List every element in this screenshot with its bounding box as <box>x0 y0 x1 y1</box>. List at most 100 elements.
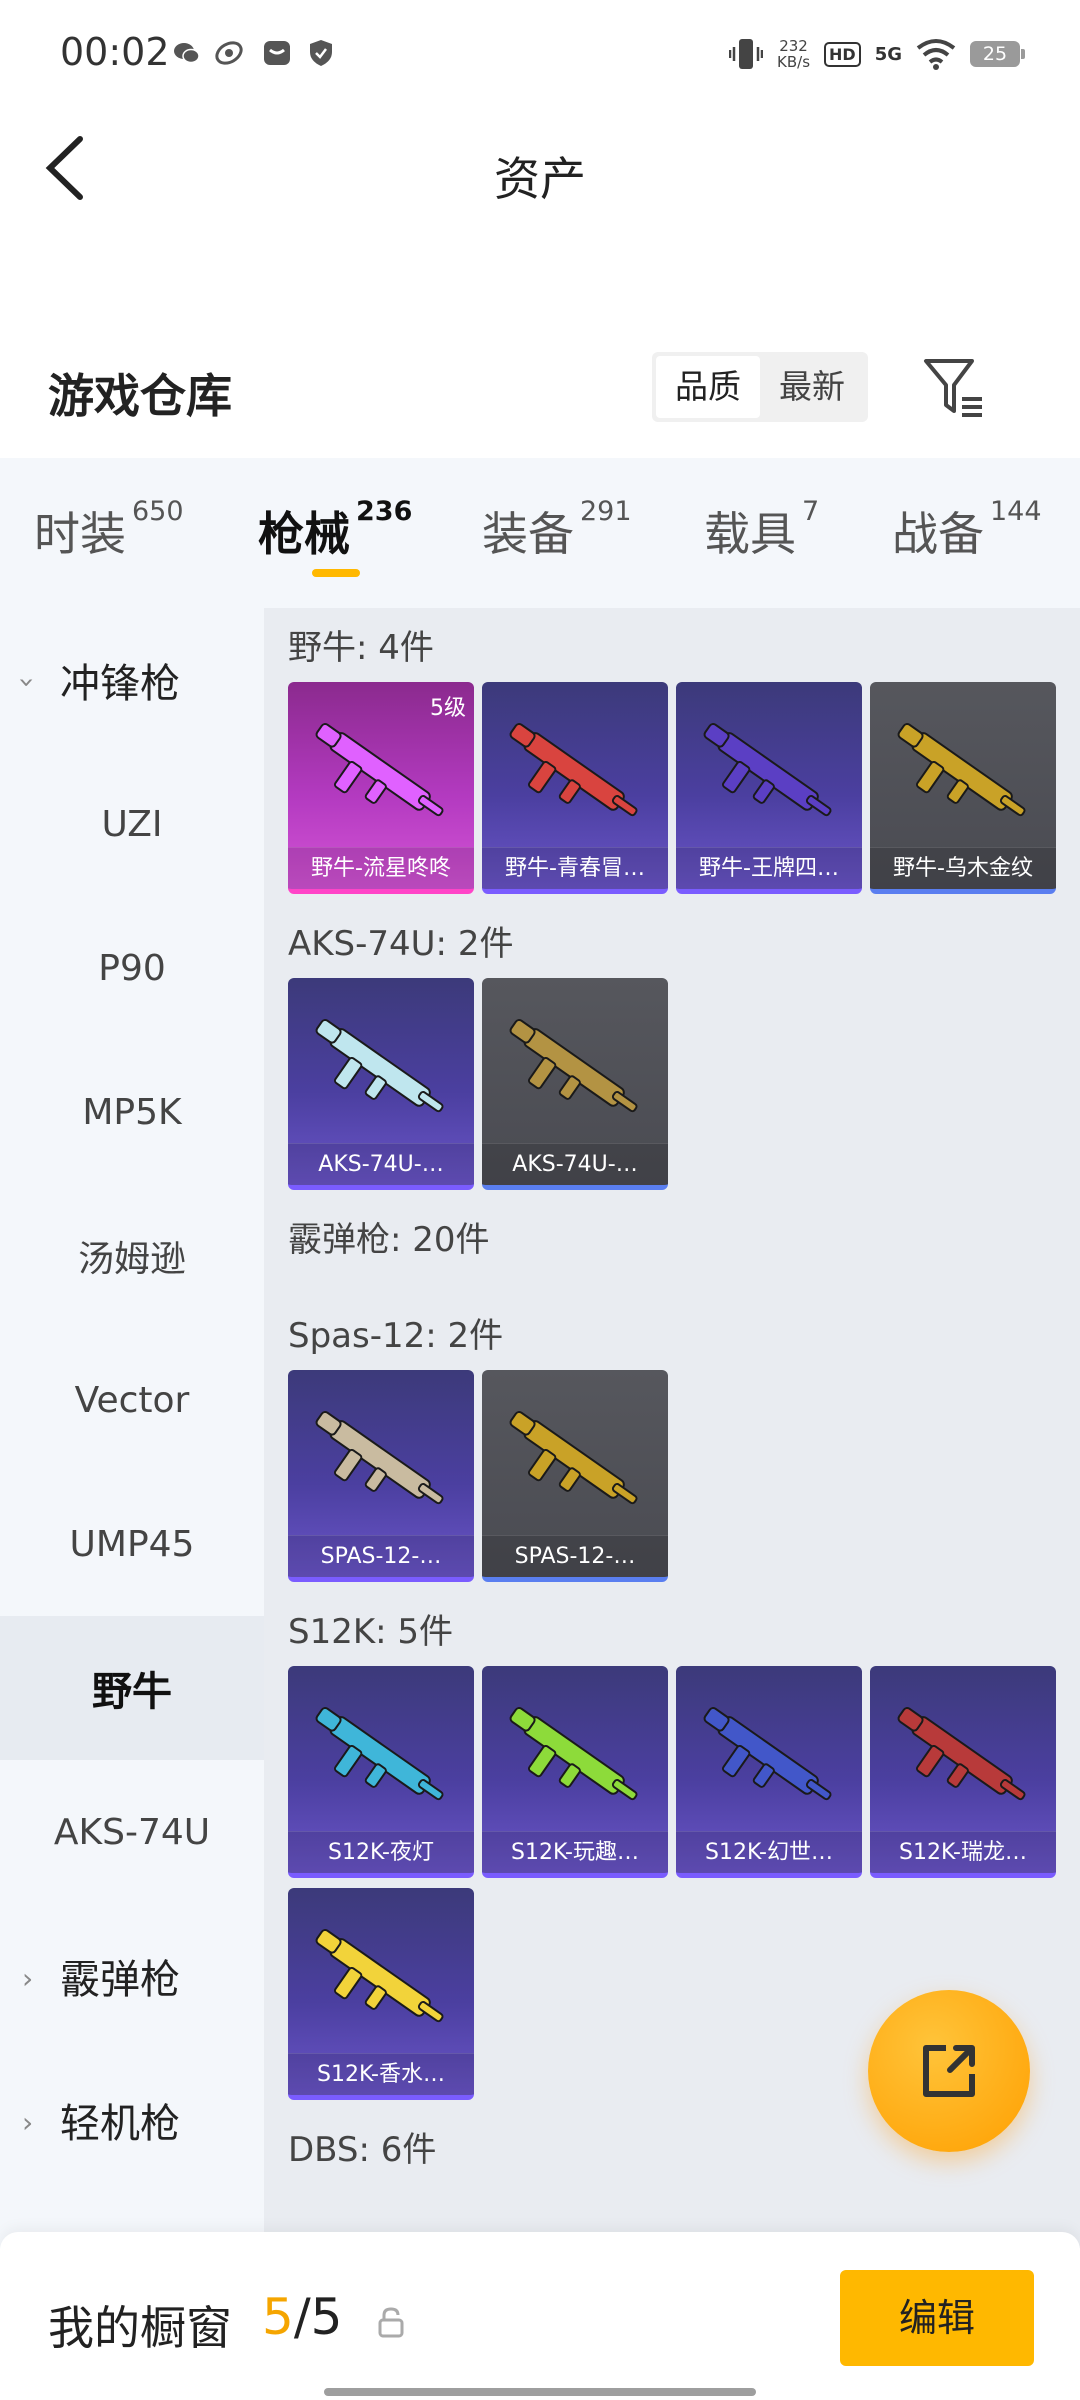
status-right: 232 KB/s HD 5G 25 <box>729 34 1025 74</box>
page-header: 资产 <box>0 105 1080 235</box>
weapon-card-name: S12K-瑞龙… <box>870 1831 1056 1873</box>
weapon-skin-image <box>509 1706 638 1801</box>
weapon-card-name: AKS-74U-… <box>482 1143 668 1185</box>
weapon-card[interactable]: 野牛-乌木金纹 <box>870 682 1056 894</box>
chevron-right-icon: › <box>22 2106 34 2139</box>
sidebar-group-lmg[interactable]: › 轻机枪 <box>0 2048 264 2192</box>
weapon-skin-image <box>315 1410 444 1505</box>
weapon-group-label: AKS-74U: 2件 <box>288 924 514 964</box>
weapon-skin-image <box>509 722 638 817</box>
weapon-skin-image <box>315 722 444 817</box>
weapon-skin-image <box>509 1018 638 1113</box>
weapon-card[interactable]: S12K-幻世… <box>676 1666 862 1878</box>
network-speed: 232 KB/s <box>777 38 810 70</box>
sidebar-item-label: 霰弹枪 <box>60 1957 180 2003</box>
status-bar: 00:02 232 KB/s HD 5G 25 <box>0 0 1080 105</box>
sidebar-item-bizon[interactable]: 野牛 <box>0 1616 264 1760</box>
sidebar-item-p90[interactable]: P90 <box>0 896 264 1040</box>
weapon-card[interactable]: S12K-香水… <box>288 1888 474 2100</box>
weapon-skin-image <box>897 1706 1026 1801</box>
weapon-card-name: 野牛-青春冒… <box>482 847 668 889</box>
tab-label: 装备 <box>482 507 574 561</box>
sidebar-item-uzi[interactable]: UZI <box>0 752 264 896</box>
showcase-label: 我的橱窗 <box>48 2301 232 2355</box>
tab-supplies[interactable]: 战备 144 <box>892 496 1042 564</box>
weapon-skin-image <box>703 722 832 817</box>
vibrate-icon <box>729 39 764 69</box>
weapon-skin-image <box>315 1018 444 1113</box>
lock-icon <box>378 2307 404 2338</box>
sidebar-item-thompson[interactable]: 汤姆逊 <box>0 1184 264 1328</box>
sort-quality-button[interactable]: 品质 <box>656 356 760 418</box>
tab-count: 7 <box>802 496 820 527</box>
weapon-card[interactable]: 5级野牛-流星咚咚 <box>288 682 474 894</box>
showcase-current: 5 <box>262 2288 294 2346</box>
weapon-card[interactable]: AKS-74U-… <box>288 978 474 1190</box>
weapon-card-name: 野牛-乌木金纹 <box>870 847 1056 889</box>
weapon-card[interactable]: SPAS-12-… <box>288 1370 474 1582</box>
weapon-card[interactable]: 野牛-青春冒… <box>482 682 668 894</box>
hd-badge: HD <box>824 41 861 67</box>
tab-fashion[interactable]: 时装 650 <box>34 496 184 564</box>
speed-unit: KB/s <box>777 53 811 71</box>
tab-count: 144 <box>990 496 1042 527</box>
weapon-skin-image <box>897 722 1026 817</box>
weapon-card-name: S12K-幻世… <box>676 1831 862 1873</box>
sidebar-item-label: 轻机枪 <box>60 2101 180 2147</box>
weapon-card[interactable]: SPAS-12-… <box>482 1370 668 1582</box>
speed-value: 232 <box>779 37 808 55</box>
weapon-group-label: 野牛: 4件 <box>288 628 434 668</box>
tab-label: 战备 <box>892 507 984 561</box>
level-badge: 5级 <box>430 696 466 721</box>
share-fab-button[interactable] <box>868 1990 1030 2152</box>
weapon-card[interactable]: AKS-74U-… <box>482 978 668 1190</box>
active-tab-indicator <box>312 569 360 577</box>
tab-label: 载具 <box>704 507 796 561</box>
chevron-right-icon: › <box>22 1962 34 1995</box>
shield-icon <box>310 40 332 66</box>
sidebar-item-vector[interactable]: Vector <box>0 1328 264 1472</box>
tab-count: 236 <box>356 496 413 527</box>
weapon-group-label: DBS: 6件 <box>288 2130 437 2170</box>
weapon-card-name: S12K-香水… <box>288 2053 474 2095</box>
tab-vehicles[interactable]: 载具 7 <box>704 496 820 564</box>
sidebar-item-ump45[interactable]: UMP45 <box>0 1472 264 1616</box>
weapon-card-name: 野牛-流星咚咚 <box>288 847 474 889</box>
sidebar-group-shotgun[interactable]: › 霰弹枪 <box>0 1904 264 2048</box>
weapon-skin-image <box>315 1928 444 2023</box>
weapon-card-name: SPAS-12-… <box>482 1535 668 1577</box>
tab-equipment[interactable]: 装备 291 <box>482 496 632 564</box>
tab-count: 650 <box>132 496 184 527</box>
chevron-down-icon: › <box>11 676 45 689</box>
sidebar-item-aks74u[interactable]: AKS-74U <box>0 1760 264 1904</box>
home-indicator <box>324 2388 756 2396</box>
tab-firearms[interactable]: 枪械 236 <box>258 496 413 564</box>
tab-label: 时装 <box>34 507 126 561</box>
sidebar-item-mp5k[interactable]: MP5K <box>0 1040 264 1184</box>
asset-page: 00:02 232 KB/s HD 5G 25 资产 游戏仓库 品质 最新 时装… <box>0 0 1080 2400</box>
warehouse-title: 游戏仓库 <box>48 369 232 423</box>
weapon-group-label: Spas-12: 2件 <box>288 1316 504 1356</box>
weapon-group-label: 霰弹枪: 20件 <box>288 1220 490 1260</box>
weapon-skin-image <box>703 1706 832 1801</box>
weapon-group-label: S12K: 5件 <box>288 1612 454 1652</box>
weapon-card[interactable]: S12K-瑞龙… <box>870 1666 1056 1878</box>
weapon-card[interactable]: S12K-玩趣… <box>482 1666 668 1878</box>
external-link-icon <box>923 2045 975 2097</box>
weapon-card-name: S12K-玩趣… <box>482 1831 668 1873</box>
message-app-icon <box>264 41 290 65</box>
weapon-skin-image <box>315 1706 444 1801</box>
weapon-card[interactable]: 野牛-王牌四… <box>676 682 862 894</box>
showcase-total: 5 <box>310 2288 343 2346</box>
weapon-card[interactable]: S12K-夜灯 <box>288 1666 474 1878</box>
weapon-skin-image <box>509 1410 638 1505</box>
sort-latest-button[interactable]: 最新 <box>760 356 864 418</box>
weapon-type-sidebar: › 冲锋枪 UZI P90 MP5K 汤姆逊 Vector UMP45 野牛 AK… <box>0 608 264 2248</box>
tab-count: 291 <box>580 496 632 527</box>
weapon-card-name: 野牛-王牌四… <box>676 847 862 889</box>
page-title: 资产 <box>494 152 586 206</box>
filter-icon[interactable] <box>920 355 986 421</box>
sidebar-group-smg[interactable]: › 冲锋枪 <box>0 608 264 752</box>
edit-button[interactable]: 编辑 <box>840 2270 1034 2366</box>
app-notification-icon <box>215 41 243 65</box>
